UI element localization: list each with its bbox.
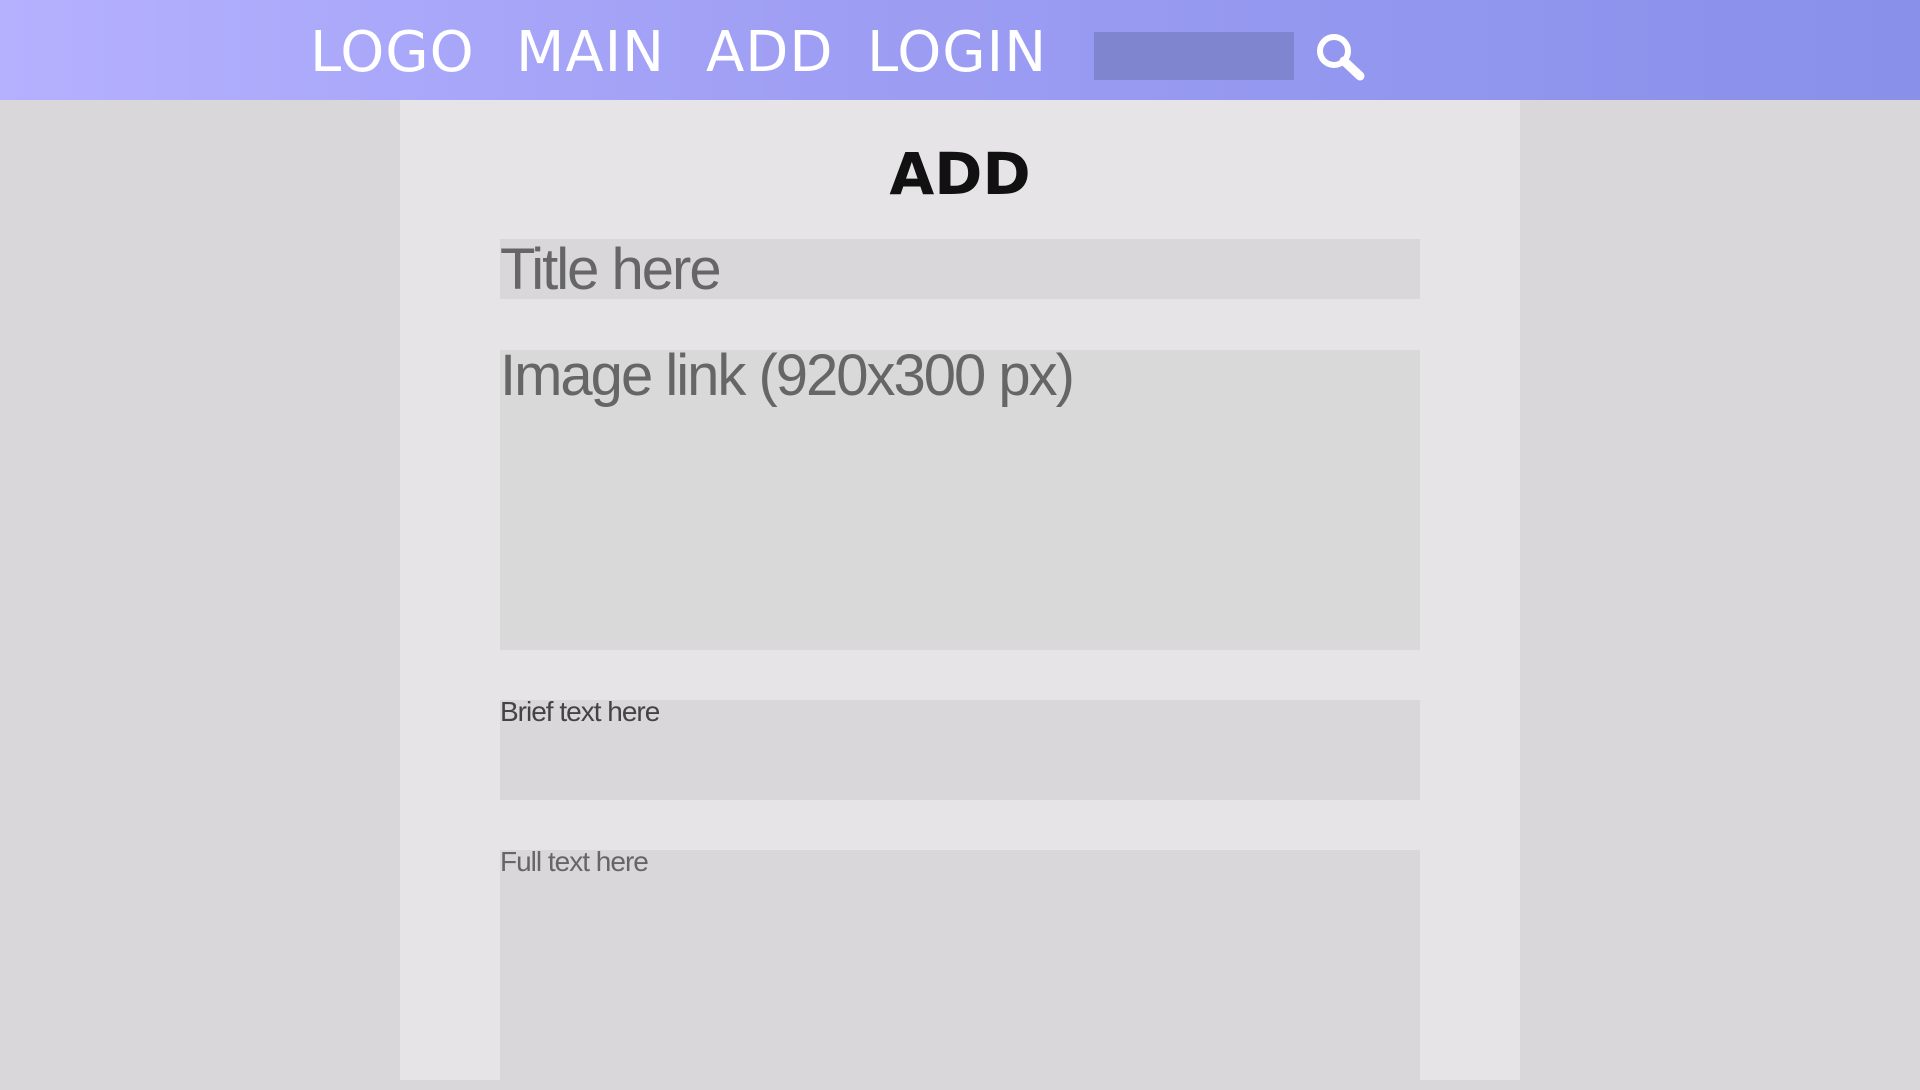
logo-link[interactable]: LOGO [310, 18, 475, 88]
search-icon [1317, 34, 1365, 81]
brief-text-input[interactable] [500, 700, 1420, 800]
nav-login-link[interactable]: LOGIN [867, 18, 1047, 88]
full-text-input[interactable] [500, 850, 1420, 1090]
title-input[interactable] [500, 239, 1420, 299]
page-title: ADD [889, 140, 1031, 208]
add-form-panel: ADD [400, 100, 1520, 1090]
top-navbar: LOGO MAIN ADD LOGIN [0, 0, 1920, 100]
image-link-input[interactable] [500, 350, 1420, 650]
nav-main-link[interactable]: MAIN [516, 18, 665, 88]
search-input[interactable] [1094, 32, 1294, 80]
search-button[interactable] [1312, 30, 1368, 84]
nav-add-link[interactable]: ADD [706, 18, 834, 88]
